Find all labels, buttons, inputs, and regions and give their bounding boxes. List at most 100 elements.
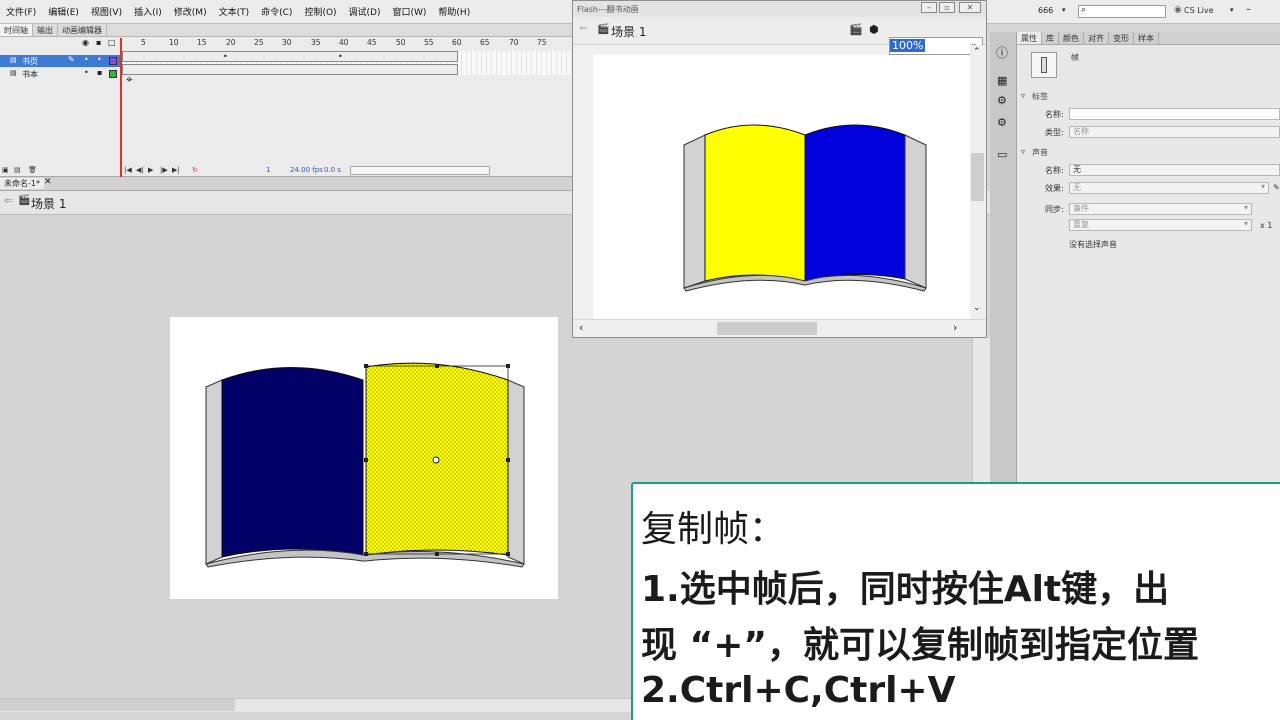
no-sound-text: 没有选择声音 [1069,240,1117,249]
eye-icon[interactable]: ◉ [82,38,89,47]
tab-properties[interactable]: 属性 [1017,32,1042,44]
keyframe-dot-icon[interactable]: • [338,52,343,61]
ruler-tick: 15 [197,38,207,47]
cslive-button[interactable]: CS Live [1184,6,1214,15]
scene-label[interactable]: 场景 1 [611,23,646,40]
preview-book-artwork [683,124,927,292]
chevron-down-icon[interactable]: ▾ [1062,6,1066,14]
loop-icon[interactable]: ↻ [192,166,198,174]
frame-name-input[interactable] [1069,108,1280,120]
frame-rate[interactable]: 24.00 fps [290,166,323,174]
lock-dot-icon[interactable]: • [97,55,102,64]
layer-row[interactable]: ▤ 书本 • ▪ [0,68,122,80]
zoom-select[interactable]: 100% ⌄ [889,37,983,55]
label-type-select[interactable]: 名称 [1069,126,1280,138]
ruler-tick: 35 [311,38,321,47]
scroll-left-icon[interactable]: ‹ [579,321,583,334]
lock-icon[interactable]: ▪ [97,68,102,77]
scene-label[interactable]: 场景 1 [31,195,66,212]
tab-motion-editor[interactable]: 动画编辑器 [58,24,107,36]
document-tab[interactable]: 未命名-1* [0,178,44,189]
new-layer-icon[interactable]: ▣ [2,166,9,174]
playhead[interactable] [120,38,122,177]
edit-effect-icon[interactable]: ✎ [1273,183,1280,192]
preview-vertical-scrollbar[interactable]: ⌃ ⌄ [970,45,985,319]
layer-name[interactable]: 书页 [22,56,38,67]
edit-symbol-icon[interactable]: ⬢ [869,23,879,36]
menu-file[interactable]: 文件(F) [0,5,42,18]
step-back-icon[interactable]: ◀| [136,166,144,174]
scroll-thumb[interactable] [717,322,817,335]
layer-name[interactable]: 书本 [22,69,38,80]
menu-control[interactable]: 控制(O) [298,5,342,18]
tab-swatches[interactable]: 样本 [1134,32,1159,44]
menu-commands[interactable]: 命令(C) [255,5,298,18]
tab-color[interactable]: 颜色 [1059,32,1084,44]
menu-insert[interactable]: 插入(I) [128,5,168,18]
minimize-button[interactable]: – [921,2,937,13]
tab-output[interactable]: 输出 [33,24,58,36]
components-icon[interactable]: ⚙ [997,94,1007,107]
frame-span-layer2[interactable] [122,64,458,75]
new-folder-icon[interactable]: ▤ [14,166,21,174]
visible-dot-icon[interactable]: • [84,55,89,64]
section-sound-toggle[interactable]: ▿ [1021,147,1025,156]
motion-presets-icon[interactable]: ▭ [997,148,1007,161]
step-forward-icon[interactable]: |▶ [160,166,168,174]
cslive-chevron-icon[interactable]: ▾ [1230,6,1234,14]
menu-view[interactable]: 视图(V) [85,5,128,18]
section-label-toggle[interactable]: ▿ [1021,91,1025,100]
back-arrow-icon[interactable]: ⇐ [579,23,587,34]
scroll-right-icon[interactable]: › [953,321,957,334]
visible-dot-icon[interactable]: • [84,68,89,77]
tab-align[interactable]: 对齐 [1084,32,1109,44]
info-icon[interactable]: ⓘ [996,44,1008,61]
outline-icon[interactable]: □ [108,38,116,47]
menu-modify[interactable]: 修改(M) [168,5,213,18]
scroll-up-icon[interactable]: ⌃ [973,47,981,57]
menu-edit[interactable]: 编辑(E) [42,5,85,18]
tab-library[interactable]: 库 [1042,32,1059,44]
layer-color-swatch[interactable] [109,57,117,65]
menu-text[interactable]: 文本(T) [213,5,256,18]
goto-first-icon[interactable]: |◀ [124,166,132,174]
delete-layer-icon[interactable]: 🗑 [28,166,37,174]
minimize-icon[interactable]: – [1246,4,1251,15]
menu-help[interactable]: 帮助(H) [432,5,476,18]
search-input[interactable]: ⌕ [1078,5,1166,18]
timeline-hscroll[interactable] [350,166,490,175]
repeat-select[interactable]: 重复 [1069,219,1252,231]
workspace-switcher[interactable]: 666 [1038,6,1053,15]
scroll-thumb[interactable] [971,153,984,201]
stage-canvas[interactable] [170,317,558,599]
chevron-down-icon[interactable]: ▾ [1261,182,1265,191]
play-icon[interactable]: ▶ [148,166,153,174]
transform-icon[interactable]: ⚙ [997,116,1007,129]
tab-timeline[interactable]: 时间轴 [0,24,33,36]
repeat-count[interactable]: x 1 [1260,221,1272,230]
stage-scroll-thumb[interactable] [0,699,235,711]
menu-window[interactable]: 窗口(W) [387,5,433,18]
close-icon[interactable]: ✕ [44,177,52,187]
effect-select[interactable]: 无 [1069,182,1269,194]
back-arrow-icon[interactable]: ⇐ [4,194,13,207]
layer-row[interactable]: ▤ 书页 ✎ • • [0,55,122,67]
preview-horizontal-scrollbar[interactable]: ‹ › [573,319,986,337]
scroll-down-icon[interactable]: ⌄ [973,303,981,313]
layer-color-swatch[interactable] [109,70,117,78]
maximize-button[interactable]: ▫ [939,2,955,13]
swatches-icon[interactable]: ▦ [997,74,1007,87]
chevron-down-icon[interactable]: ▾ [1244,203,1248,212]
frame-ruler[interactable]: 5 10 15 20 25 30 35 40 45 50 55 60 65 70… [122,38,572,50]
edit-scene-icon[interactable]: 🎬 [849,23,863,36]
sync-select[interactable]: 事件 [1069,203,1252,215]
frame-span-layer1[interactable]: • • [122,51,458,62]
goto-last-icon[interactable]: ▶| [172,166,180,174]
keyframe-dot-icon[interactable]: • [223,52,228,61]
lock-icon[interactable]: ▪ [96,38,101,47]
sound-name-select[interactable]: 无 [1069,164,1280,176]
menu-debug[interactable]: 调试(D) [343,5,387,18]
tab-transform[interactable]: 变形 [1109,32,1134,44]
chevron-down-icon[interactable]: ▾ [1244,219,1248,228]
close-button[interactable]: ✕ [959,2,981,13]
